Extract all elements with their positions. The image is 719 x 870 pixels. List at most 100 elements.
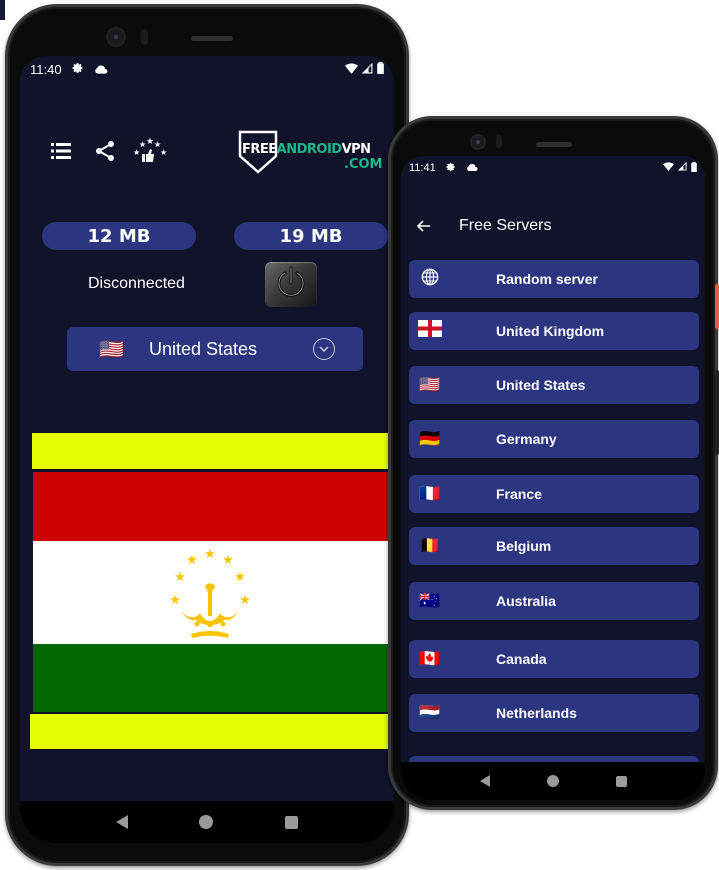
status-time: 11:41 <box>409 162 436 174</box>
england-flag-icon <box>410 320 450 342</box>
logo-com: .COM <box>344 157 383 172</box>
navigation-bar <box>20 801 394 843</box>
wifi-icon <box>663 162 674 174</box>
rate-stars-thumbs-up-icon: ★ ★ ★ ★ ★ <box>131 136 167 170</box>
country-flag-display: ★ ★ ★ ★ ★ ★ ★ <box>20 431 394 751</box>
wifi-icon <box>345 62 358 77</box>
svg-text:★: ★ <box>169 592 181 607</box>
flag-stripe-green <box>33 644 393 712</box>
nav-home-button[interactable] <box>199 815 214 829</box>
gear-icon <box>446 162 456 175</box>
navigation-bar <box>401 762 705 800</box>
front-camera <box>470 134 486 150</box>
battery-icon <box>377 61 384 77</box>
logo-vpn: VPN <box>341 142 371 157</box>
page-title: Free Servers <box>459 217 552 234</box>
server-item-germany[interactable]: 🇩🇪 Germany <box>409 420 699 458</box>
rate-button[interactable]: ★ ★ ★ ★ ★ <box>133 136 167 166</box>
chevron-down-icon <box>313 338 335 360</box>
flag-stripe-red <box>33 472 393 541</box>
server-name: United States <box>496 377 586 393</box>
server-flag: 🇳🇱 <box>419 703 441 722</box>
download-traffic: 12 MB <box>42 222 196 250</box>
status-bar: 11:41 <box>401 156 705 180</box>
server-item-united-kingdom[interactable]: United Kingdom <box>409 312 699 350</box>
gear-icon <box>72 62 84 76</box>
nav-back-button[interactable] <box>479 775 490 787</box>
flag-border-bottom <box>30 714 392 749</box>
selected-country-name: United States <box>149 338 258 359</box>
country-selector[interactable]: 🇺🇸 United States <box>67 327 363 371</box>
server-item-netherlands[interactable]: 🇳🇱 Netherlands <box>409 694 699 732</box>
svg-text:★: ★ <box>204 546 216 561</box>
globe-icon <box>410 268 450 291</box>
corner-mark <box>0 0 5 20</box>
server-item-france[interactable]: 🇫🇷 France <box>409 475 699 513</box>
signal-icon <box>677 161 687 174</box>
power-button[interactable] <box>265 262 317 307</box>
list-icon <box>51 142 71 164</box>
power-side-button <box>715 284 719 329</box>
power-icon <box>274 265 308 304</box>
nav-recents-button[interactable] <box>285 815 299 829</box>
upload-traffic: 19 MB <box>234 222 388 250</box>
nav-back-button[interactable] <box>115 815 128 829</box>
crown-stars-emblem-icon: ★ ★ ★ ★ ★ ★ ★ <box>169 546 251 638</box>
sensor <box>141 29 148 45</box>
server-item-random[interactable]: Random server <box>409 260 699 298</box>
app-bar: Free Servers <box>401 208 705 244</box>
nav-home-button[interactable] <box>546 775 559 787</box>
battery-icon <box>691 161 697 175</box>
svg-text:★: ★ <box>174 569 186 584</box>
back-arrow-icon[interactable] <box>416 216 441 237</box>
server-flag: 🇫🇷 <box>419 484 441 503</box>
server-item-australia[interactable]: 🇦🇺 Australia <box>409 582 699 620</box>
svg-text:★: ★ <box>160 148 167 157</box>
server-name: Germany <box>496 431 557 447</box>
app-logo: FREEANDROIDVPN .COM <box>238 130 394 176</box>
earpiece-speaker <box>536 142 572 147</box>
selected-country-flag: 🇺🇸 <box>99 338 124 361</box>
earpiece-speaker <box>191 36 233 41</box>
server-flag: 🇺🇸 <box>419 375 441 394</box>
connection-status: Disconnected <box>88 275 185 292</box>
svg-text:★: ★ <box>239 592 251 607</box>
right-phone-frame: 11:41 Free Servers Random server United … <box>388 116 718 810</box>
flag-border-top <box>32 433 394 469</box>
share-icon <box>95 140 115 167</box>
server-name: Netherlands <box>496 705 577 721</box>
svg-text:★: ★ <box>146 137 154 146</box>
front-camera <box>106 27 126 47</box>
server-flag: 🇨🇦 <box>419 649 441 668</box>
left-phone-frame: 11:40 ★ ★ ★ ★ ★ FREEANDROIDVPN .COM 12 M… <box>5 4 409 866</box>
server-name: France <box>496 486 542 502</box>
logo-free: FREE <box>242 142 277 157</box>
sensor <box>496 135 502 148</box>
server-name: United Kingdom <box>496 323 605 339</box>
svg-text:★: ★ <box>186 552 198 567</box>
server-list-button[interactable] <box>48 140 74 166</box>
server-name: Random server <box>496 271 598 287</box>
main-screen: 11:40 ★ ★ ★ ★ ★ FREEANDROIDVPN .COM 12 M… <box>20 56 394 801</box>
server-flag: 🇧🇪 <box>419 536 441 555</box>
toolbar: ★ ★ ★ ★ ★ <box>48 136 167 166</box>
svg-text:★: ★ <box>133 148 140 157</box>
servers-screen: 11:41 Free Servers Random server United … <box>401 156 705 762</box>
cloud-icon <box>94 63 108 76</box>
logo-android: ANDROID <box>276 142 342 157</box>
server-name: Australia <box>496 593 556 609</box>
server-item-belgium[interactable]: 🇧🇪 Belgium <box>409 527 699 565</box>
volume-side-button <box>715 370 719 455</box>
share-button[interactable] <box>92 140 118 166</box>
server-item-united-states[interactable]: 🇺🇸 United States <box>409 366 699 404</box>
server-name: Canada <box>496 651 547 667</box>
server-item-canada[interactable]: 🇨🇦 Canada <box>409 640 699 678</box>
signal-icon <box>361 62 373 77</box>
server-name: Belgium <box>496 538 552 554</box>
server-flag: 🇦🇺 <box>419 591 441 610</box>
svg-text:★: ★ <box>222 552 234 567</box>
nav-recents-button[interactable] <box>615 775 627 787</box>
svg-text:★: ★ <box>234 569 246 584</box>
status-time: 11:40 <box>30 61 62 77</box>
status-bar: 11:40 <box>20 56 394 82</box>
